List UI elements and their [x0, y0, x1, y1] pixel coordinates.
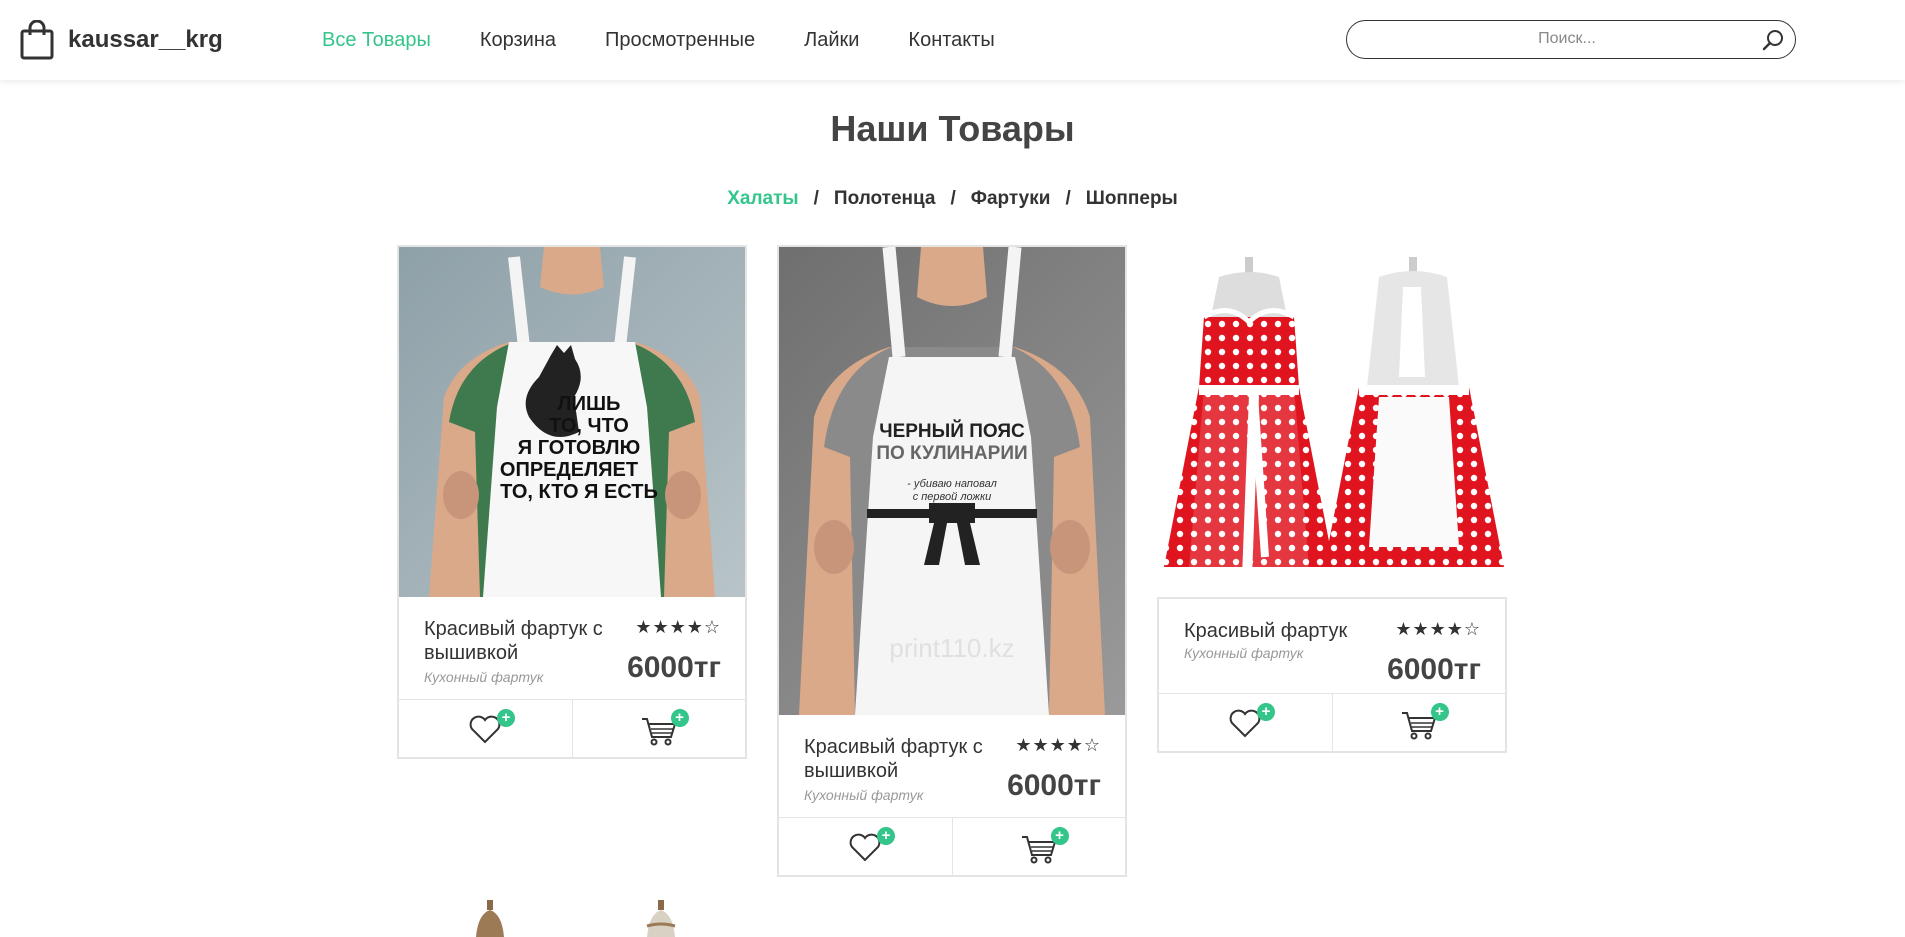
category-filter: Халаты / Полотенца / Фартуки / Шопперы [0, 188, 1905, 210]
category-shoppers[interactable]: Шопперы [1086, 188, 1178, 210]
product-price: 6000тг [1387, 653, 1481, 686]
product-name[interactable]: Красивый фартук с вышивкой [804, 735, 999, 783]
add-badge: + [670, 709, 689, 727]
product-subtitle: Кухонный фартук [424, 669, 544, 685]
like-button[interactable]: + [399, 700, 572, 757]
svg-text:Я ГОТОВЛЮ: Я ГОТОВЛЮ [518, 437, 640, 459]
rating-stars: ★★★★☆ [1395, 619, 1481, 639]
category-separator: / [1065, 188, 1071, 209]
product-subtitle: Кухонный фартук [804, 787, 924, 803]
product-info: Красивый фартук с вышивкой Кухонный фарт… [779, 715, 1125, 817]
add-badge: + [1050, 827, 1069, 845]
shopping-bag-icon [20, 20, 54, 60]
add-to-cart-button[interactable]: + [1331, 694, 1506, 751]
product-image[interactable]: ЧЕРНЫЙ ПОЯС ПО КУЛИНАРИИ - убиваю напова… [779, 247, 1125, 715]
product-actions: + + [399, 699, 745, 757]
header: kaussar__krg Все Товары Корзина Просмотр… [0, 0, 1905, 80]
product-info: Красивый фартук Кухонный фартук ★★★★☆ 60… [1159, 599, 1505, 693]
main-nav: Все Товары Корзина Просмотренные Лайки К… [322, 0, 1044, 80]
nav-likes[interactable]: Лайки [804, 29, 859, 52]
svg-text:ТО, ЧТО: ТО, ЧТО [549, 415, 629, 437]
product-actions: + + [1159, 693, 1505, 751]
product-actions: + + [779, 817, 1125, 875]
product-image[interactable] [1159, 247, 1505, 597]
mannequin-tops-image [476, 900, 676, 937]
product-subtitle: Кухонный фартук [1184, 645, 1304, 661]
page-title: Наши Товары [830, 108, 1075, 149]
product-card: ЧЕРНЫЙ ПОЯС ПО КУЛИНАРИИ - убиваю напова… [777, 245, 1127, 877]
category-separator: / [950, 188, 956, 209]
rating-stars: ★★★★☆ [1015, 735, 1101, 755]
svg-text:ЛИШЬ: ЛИШЬ [558, 393, 621, 415]
watermark-text: print110.kz [889, 633, 1014, 663]
product-image[interactable]: ЛИШЬ ТО, ЧТО Я ГОТОВЛЮ ОПРЕДЕЛЯЕТ ТО, КТ… [399, 247, 745, 597]
svg-text:ТО, КТО Я ЕСТЬ: ТО, КТО Я ЕСТЬ [500, 481, 658, 503]
svg-text:ЧЕРНЫЙ ПОЯС: ЧЕРНЫЙ ПОЯС [879, 420, 1025, 442]
add-badge: + [1257, 703, 1275, 721]
category-towels[interactable]: Полотенца [834, 188, 936, 210]
nav-all-products[interactable]: Все Товары [322, 29, 431, 52]
rating-stars: ★★★★☆ [635, 617, 721, 637]
product-card: ЛИШЬ ТО, ЧТО Я ГОТОВЛЮ ОПРЕДЕЛЯЕТ ТО, КТ… [397, 245, 747, 759]
svg-text:ПО КУЛИНАРИИ: ПО КУЛИНАРИИ [876, 443, 1027, 464]
add-to-cart-button[interactable]: + [571, 700, 746, 757]
product-info: Красивый фартук с вышивкой Кухонный фарт… [399, 597, 745, 699]
nav-cart[interactable]: Корзина [480, 29, 556, 52]
search-icon[interactable] [1761, 28, 1785, 52]
nav-viewed[interactable]: Просмотренные [605, 29, 755, 52]
nav-contacts[interactable]: Контакты [908, 29, 994, 52]
category-robes[interactable]: Халаты [727, 188, 798, 210]
logo-text: kaussar__krg [68, 26, 223, 53]
svg-text:с первой ложки: с первой ложки [913, 491, 992, 503]
product-price: 6000тг [627, 651, 721, 684]
add-to-cart-button[interactable]: + [951, 818, 1126, 875]
next-row-preview [460, 898, 720, 937]
like-button[interactable]: + [1159, 694, 1332, 751]
category-aprons[interactable]: Фартуки [971, 188, 1051, 210]
search-input[interactable] [1367, 21, 1767, 57]
like-button[interactable]: + [779, 818, 952, 875]
search-box [1346, 20, 1796, 59]
product-price: 6000тг [1007, 769, 1101, 802]
product-name[interactable]: Красивый фартук [1184, 619, 1394, 643]
category-separator: / [813, 188, 819, 209]
product-name[interactable]: Красивый фартук с вышивкой [424, 617, 619, 665]
add-badge: + [497, 709, 515, 727]
svg-text:- убиваю наповал: - убиваю наповал [907, 478, 997, 490]
add-badge: + [877, 827, 895, 845]
product-card: Красивый фартук Кухонный фартук ★★★★☆ 60… [1157, 245, 1507, 753]
logo[interactable]: kaussar__krg [20, 20, 223, 60]
svg-text:ОПРЕДЕЛЯЕТ: ОПРЕДЕЛЯЕТ [500, 459, 638, 481]
add-badge: + [1430, 703, 1449, 721]
